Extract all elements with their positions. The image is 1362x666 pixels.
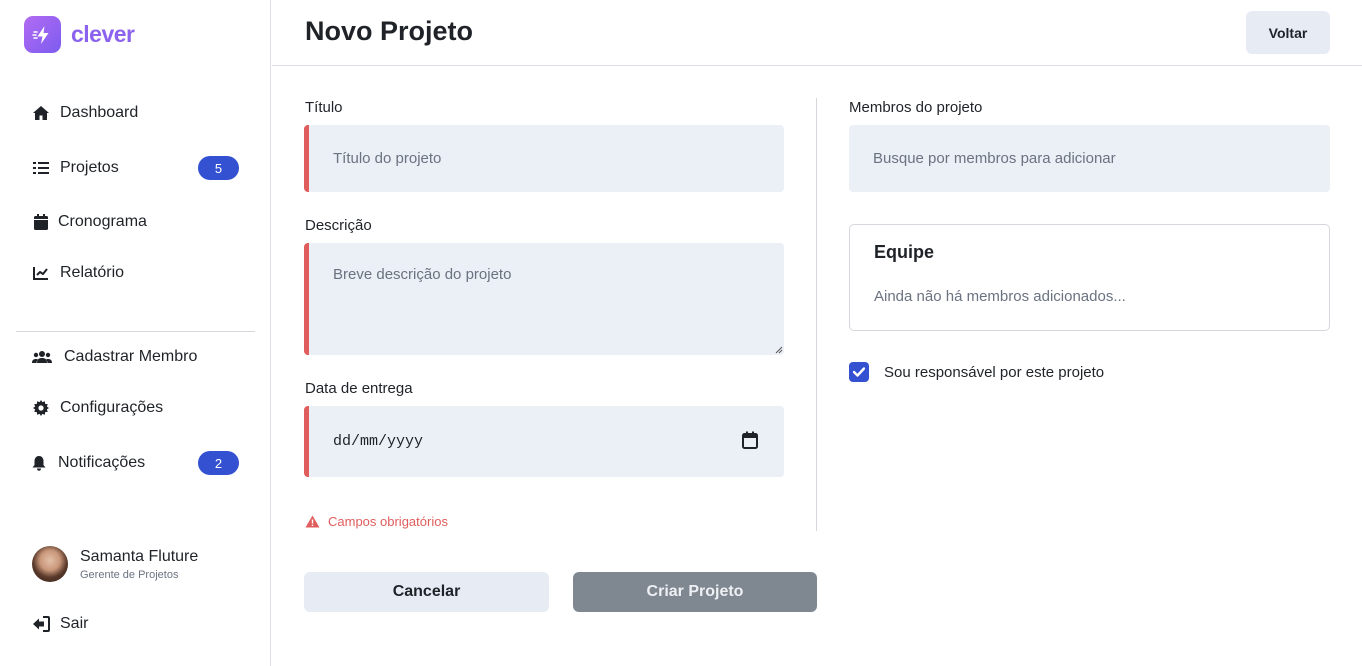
due-date-label: Data de entrega bbox=[305, 380, 413, 397]
user-role: Gerente de Projetos bbox=[80, 568, 179, 581]
members-label: Membros do projeto bbox=[849, 99, 983, 116]
lightning-icon bbox=[24, 16, 61, 53]
sidebar-item-cadastrar-membro[interactable]: Cadastrar Membro bbox=[32, 345, 197, 369]
chart-line-icon bbox=[32, 264, 50, 282]
sidebar-item-configuracoes[interactable]: Configurações bbox=[32, 396, 163, 420]
responsible-checkbox-row[interactable]: Sou responsável por este projeto bbox=[849, 362, 1104, 382]
required-fields-error: Campos obrigatórios bbox=[305, 514, 448, 529]
description-label: Descrição bbox=[305, 217, 372, 234]
team-card: Equipe Ainda não há membros adicionados.… bbox=[849, 224, 1330, 331]
sidebar-item-relatorio[interactable]: Relatório bbox=[32, 261, 124, 285]
column-divider bbox=[816, 98, 817, 531]
sidebar-item-projetos[interactable]: Projetos bbox=[32, 156, 119, 180]
member-search-input[interactable]: Busque por membros para adicionar bbox=[849, 125, 1330, 192]
description-textarea[interactable]: Breve descrição do projeto bbox=[304, 243, 784, 355]
resize-grip-icon[interactable] bbox=[775, 346, 783, 354]
users-icon bbox=[32, 348, 52, 366]
home-icon bbox=[32, 104, 50, 122]
gear-icon bbox=[32, 399, 50, 417]
warning-icon bbox=[305, 515, 320, 528]
title-placeholder: Título do projeto bbox=[333, 150, 442, 167]
avatar bbox=[32, 546, 68, 582]
logout-button[interactable]: Sair bbox=[32, 612, 88, 636]
error-text: Campos obrigatórios bbox=[328, 514, 448, 529]
responsible-label: Sou responsável por este projeto bbox=[884, 363, 1105, 381]
projects-count-badge: 5 bbox=[198, 156, 239, 180]
back-button[interactable]: Voltar bbox=[1246, 11, 1330, 54]
sidebar-item-label: Notificações bbox=[58, 454, 146, 471]
page-title: Novo Projeto bbox=[305, 16, 474, 46]
bell-icon bbox=[32, 454, 46, 472]
calendar-icon bbox=[32, 213, 50, 231]
sidebar: clever Dashboard Projetos 5 Cronograma R… bbox=[0, 0, 271, 666]
team-empty-message: Ainda não há membros adicionados... bbox=[874, 288, 1126, 305]
logo[interactable]: clever bbox=[24, 16, 135, 53]
notifications-count-badge: 2 bbox=[198, 451, 239, 475]
sidebar-item-label: Dashboard bbox=[60, 104, 139, 121]
title-input[interactable]: Título do projeto bbox=[304, 125, 784, 192]
logo-text: clever bbox=[71, 21, 135, 47]
calendar-picker-icon[interactable] bbox=[742, 431, 758, 449]
responsible-checkbox[interactable] bbox=[849, 362, 869, 382]
logout-label: Sair bbox=[60, 615, 89, 632]
description-placeholder: Breve descrição do projeto bbox=[333, 266, 512, 283]
sidebar-item-cronograma[interactable]: Cronograma bbox=[32, 210, 147, 234]
title-label: Título bbox=[305, 99, 343, 116]
team-title: Equipe bbox=[874, 242, 935, 262]
sidebar-item-label: Relatório bbox=[60, 264, 125, 281]
user-name: Samanta Fluture bbox=[80, 547, 199, 565]
sidebar-item-dashboard[interactable]: Dashboard bbox=[32, 101, 138, 125]
check-icon bbox=[853, 367, 865, 377]
sidebar-item-label: Configurações bbox=[60, 399, 164, 416]
sidebar-item-label: Cronograma bbox=[58, 213, 147, 230]
due-date-value: dd/mm/yyyy bbox=[333, 433, 424, 450]
list-icon bbox=[32, 159, 50, 177]
page-header: Novo Projeto Voltar bbox=[272, 0, 1362, 66]
member-search-placeholder: Busque por membros para adicionar bbox=[873, 150, 1116, 167]
sidebar-item-label: Projetos bbox=[60, 159, 119, 176]
due-date-input[interactable]: dd/mm/yyyy bbox=[304, 406, 784, 477]
create-project-button[interactable]: Criar Projeto bbox=[573, 572, 817, 612]
sidebar-item-notificacoes[interactable]: Notificações bbox=[32, 451, 145, 475]
sign-out-icon bbox=[32, 615, 50, 633]
sidebar-divider bbox=[16, 331, 255, 332]
sidebar-item-label: Cadastrar Membro bbox=[64, 348, 198, 365]
cancel-button[interactable]: Cancelar bbox=[304, 572, 549, 612]
user-profile[interactable]: Samanta Fluture Gerente de Projetos bbox=[32, 546, 198, 582]
